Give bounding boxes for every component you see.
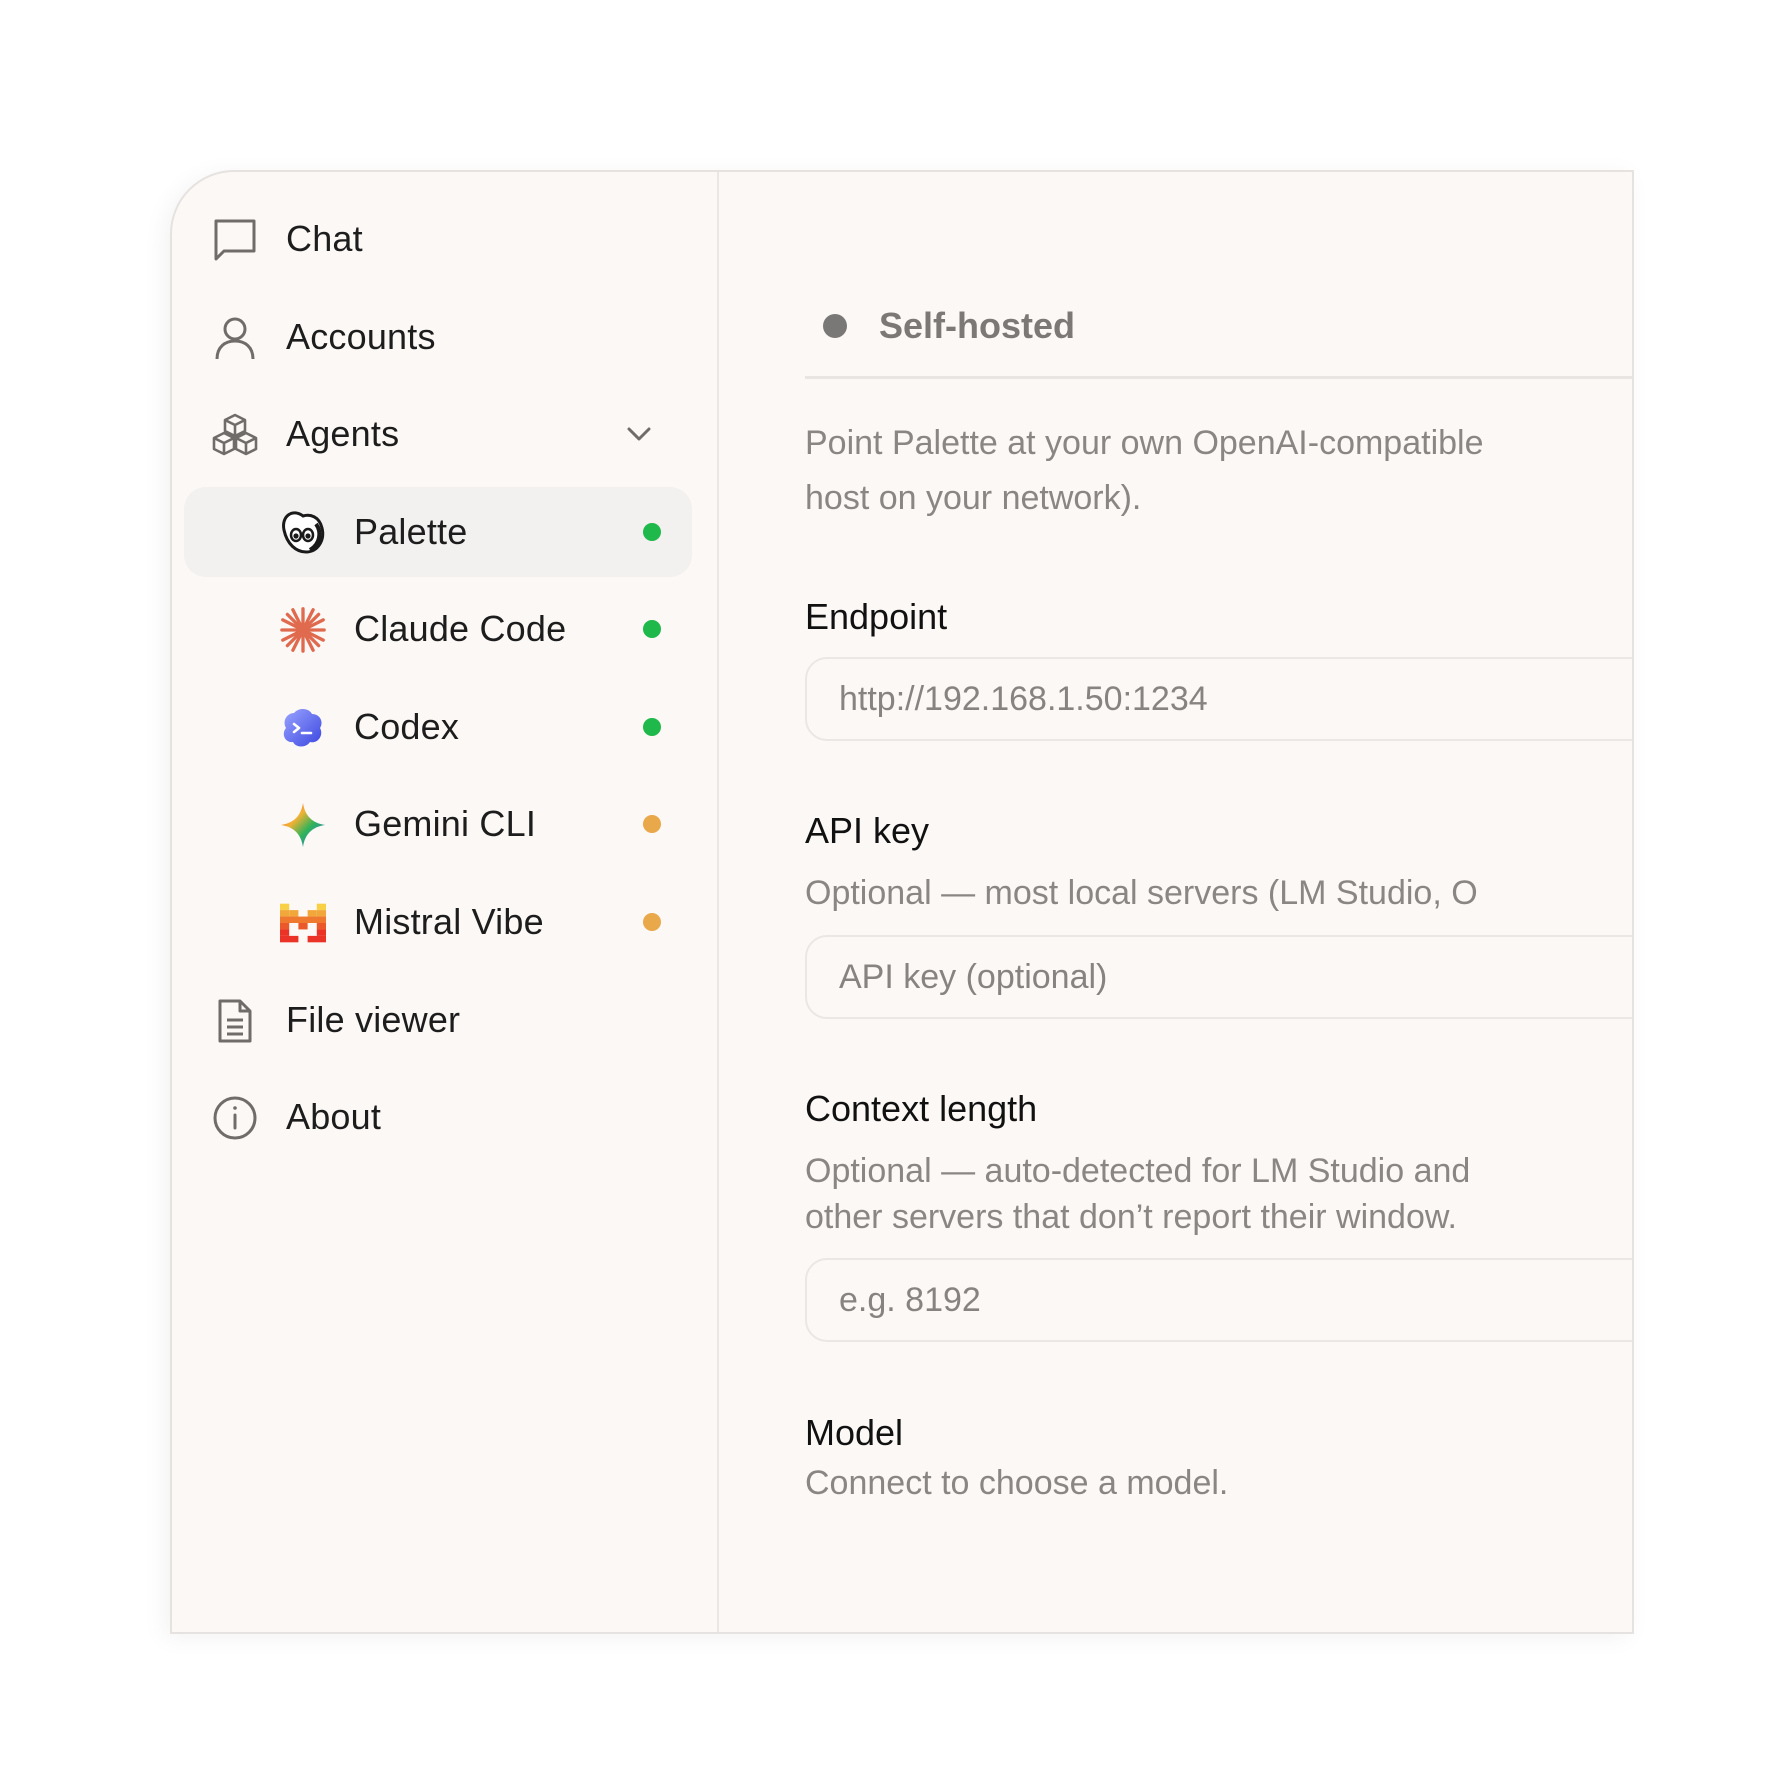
sidebar-item-file-viewer[interactable]: File viewer [184,975,692,1065]
mistral-pixel-icon [280,900,326,946]
sidebar: Chat Accounts Agents Palette Claude Code… [172,172,719,1632]
sidebar-item-label: Mistral Vibe [354,901,544,942]
person-icon [212,315,258,361]
sidebar-item-about[interactable]: About [184,1072,692,1162]
sidebar-item-accounts[interactable]: Accounts [184,292,692,382]
context-length-input[interactable] [805,1258,1632,1342]
model-help: Connect to choose a model. [805,1464,1229,1502]
app-window: Chat Accounts Agents Palette Claude Code… [170,170,1634,1634]
sidebar-item-palette[interactable]: Palette [184,487,692,577]
sidebar-item-claude-code[interactable]: Claude Code [184,584,692,674]
endpoint-input[interactable] [805,657,1632,741]
document-icon [212,998,258,1044]
model-label: Model [805,1412,904,1453]
self-hosted-option[interactable]: Self-hosted [805,294,1075,358]
sidebar-item-label: File viewer [286,999,461,1040]
status-online-dot [643,523,661,541]
sidebar-item-label: Codex [354,706,460,747]
context-length-help: other servers that don’t report their wi… [805,1198,1457,1236]
api-key-help: Optional — most local servers (LM Studio… [805,874,1478,912]
chat-bubble-icon [212,217,258,263]
settings-panel: Self-hosted Point Palette at your own Op… [719,172,1632,1632]
description-line: host on your network). [805,479,1142,517]
sidebar-item-chat[interactable]: Chat [184,194,692,284]
context-length-label: Context length [805,1088,1038,1129]
sidebar-item-mistral-vibe[interactable]: Mistral Vibe [184,877,692,967]
sidebar-item-label: Gemini CLI [354,803,537,844]
gemini-sparkle-icon [280,802,326,848]
status-online-dot [643,620,661,638]
sidebar-item-label: Accounts [286,316,436,357]
endpoint-label: Endpoint [805,596,948,637]
divider [805,376,1632,379]
status-warning-dot [643,815,661,833]
claude-starburst-icon [280,607,326,653]
sidebar-item-label: Agents [286,413,400,454]
sidebar-item-codex[interactable]: Codex [184,682,692,772]
api-key-input[interactable] [805,935,1632,1019]
status-online-dot [643,718,661,736]
chevron-down-icon[interactable] [624,419,654,449]
sidebar-item-label: About [286,1096,382,1137]
radio-dot [823,314,847,338]
cubes-icon [212,412,258,458]
api-key-label: API key [805,810,930,851]
info-icon [212,1095,258,1141]
palette-face-icon [280,510,326,556]
sidebar-item-agents[interactable]: Agents [184,389,692,479]
description-line: Point Palette at your own OpenAI-compati… [805,424,1484,462]
sidebar-item-gemini-cli[interactable]: Gemini CLI [184,779,692,869]
codex-cloud-icon [280,705,326,751]
sidebar-item-label: Chat [286,218,363,259]
self-hosted-label: Self-hosted [879,305,1076,346]
sidebar-item-label: Palette [354,511,468,552]
status-warning-dot [643,913,661,931]
sidebar-item-label: Claude Code [354,608,567,649]
